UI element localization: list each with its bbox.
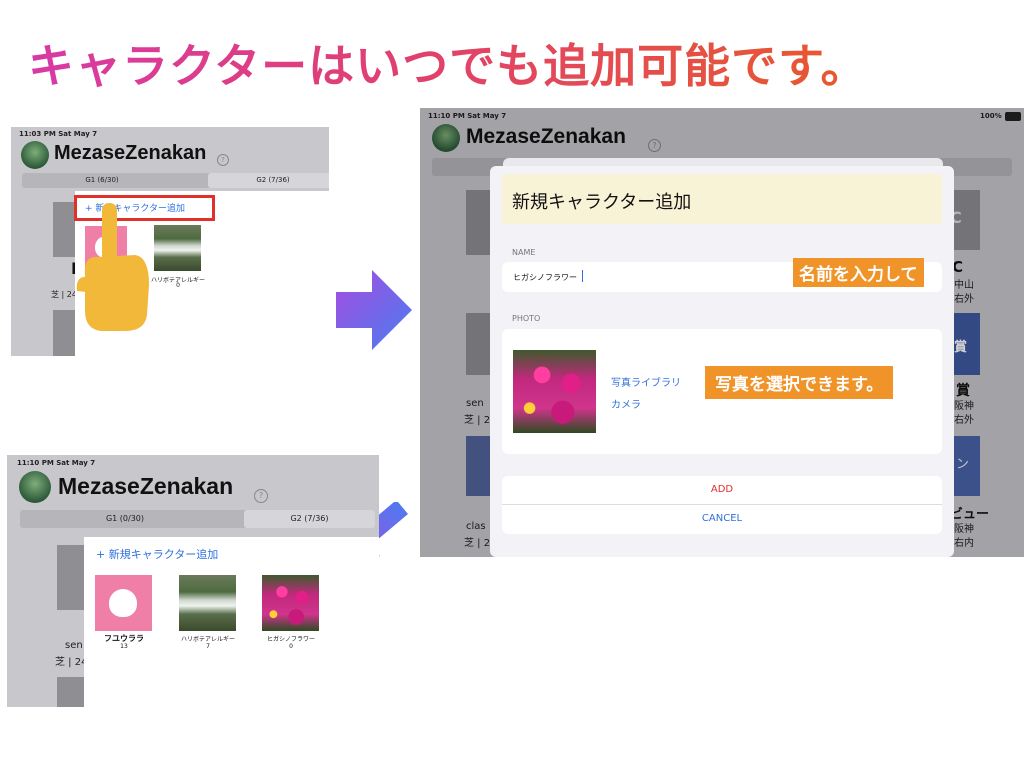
tab-g2[interactable]: G2 (7/36)	[244, 510, 375, 528]
waterfall-photo[interactable]	[179, 575, 236, 631]
flower-photo[interactable]	[262, 575, 319, 631]
add-button[interactable]: ADD	[502, 484, 942, 495]
callout-enter-name: 名前を入力して	[793, 258, 924, 287]
app-avatar	[21, 141, 49, 169]
photo-label: PHOTO	[512, 314, 541, 323]
character-popup: + 新規キャラクター追加 フユウララ 13 ハリボテアレルギー 7 ヒガシノフラ…	[84, 537, 379, 707]
camera-button[interactable]: カメラ	[611, 396, 641, 411]
name-field-value: ヒガシノフラワー	[513, 273, 577, 282]
callout-select-photo: 写真を選択できます。	[705, 366, 894, 399]
help-icon[interactable]: ?	[254, 489, 268, 503]
name-label: NAME	[512, 248, 536, 257]
divider	[502, 504, 942, 505]
app-title: MezaseZenakan	[58, 473, 234, 499]
cancel-button[interactable]: CANCEL	[502, 513, 942, 524]
char-name: ハリボテアレルギー	[180, 636, 235, 643]
screenshot-before: 11:03 PM Sat May 7 MezaseZenakan ? G1 (6…	[11, 127, 329, 356]
tab-g1[interactable]: G1 (0/30)	[20, 514, 230, 523]
text-cursor	[582, 270, 583, 282]
char-count: 13	[120, 643, 128, 650]
char-thumb-cat[interactable]	[95, 575, 152, 631]
bg-card-meta: 芝 | 24	[51, 290, 77, 299]
flower-photo	[513, 350, 596, 433]
char-count: 7	[206, 643, 210, 650]
screenshot-after: 11:10 PM Sat May 7 MezaseZenakan ? G1 (0…	[7, 455, 379, 707]
app-avatar	[19, 471, 51, 503]
help-icon[interactable]: ?	[217, 154, 229, 166]
screenshot-add-dialog: 11:10 PM Sat May 7 100% MezaseZenakan ? …	[420, 108, 1024, 557]
add-character-link[interactable]: + 新規キャラクター追加	[96, 546, 218, 562]
modal-title-bar: 新規キャラクター追加	[502, 174, 942, 224]
group-segmented-control[interactable]: G1 (0/30) G2 (7/36)	[20, 510, 375, 528]
action-buttons: ADD CANCEL	[502, 476, 942, 534]
status-bar: 11:03 PM Sat May 7	[19, 130, 98, 138]
pointing-hand-icon	[76, 203, 149, 331]
photo-library-button[interactable]: 写真ライブラリ	[611, 374, 681, 389]
cat-icon	[109, 589, 137, 617]
bg-card	[57, 545, 87, 610]
add-character-modal: 新規キャラクター追加 NAME ヒガシノフラワー PHOTO 写真ライブラリ カ…	[490, 166, 954, 557]
char-thumb-waterfall[interactable]	[154, 225, 201, 271]
bg-text: sen	[65, 640, 83, 651]
bg-card	[57, 677, 87, 707]
tab-g2[interactable]: G2 (7/36)	[208, 173, 329, 188]
arrow-right-icon	[336, 270, 412, 350]
group-segmented-control[interactable]: G1 (6/30) G2 (7/36)	[22, 173, 329, 188]
status-bar: 11:10 PM Sat May 7	[17, 459, 96, 467]
char-name: ヒガシノフラワー	[266, 636, 315, 643]
tab-g1[interactable]: G1 (6/30)	[22, 176, 182, 184]
bg-text: 芝 | 24	[55, 657, 88, 668]
char-count: 0	[289, 643, 293, 650]
app-title: MezaseZenakan	[54, 142, 207, 164]
modal-title: 新規キャラクター追加	[512, 192, 692, 213]
headline: キャラクターはいつでも追加可能です。	[28, 30, 868, 96]
